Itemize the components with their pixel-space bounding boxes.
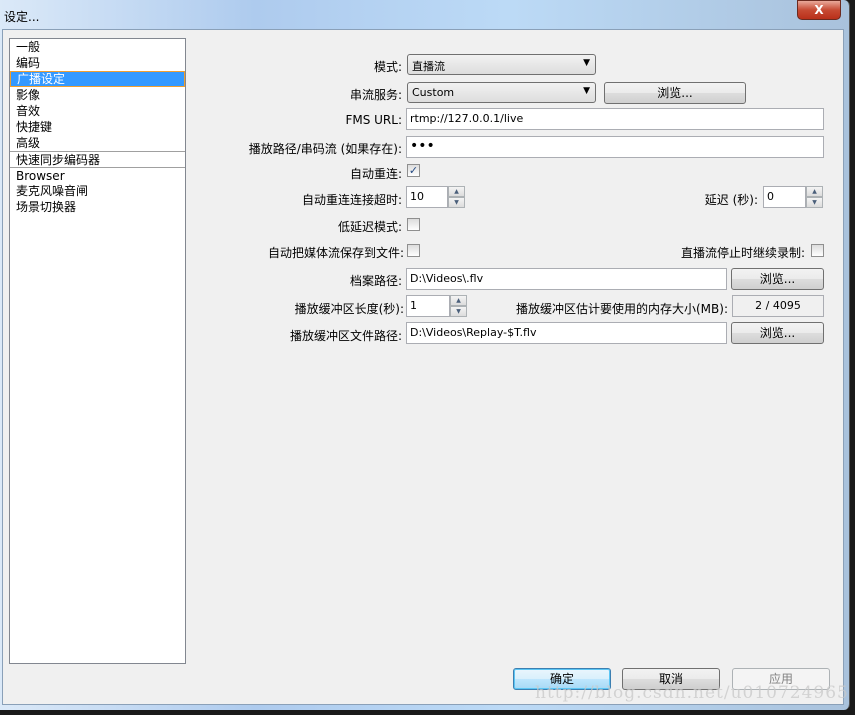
dropdown-arrow-icon: ▼: [583, 58, 590, 68]
browse-file-path-button[interactable]: 浏览...: [731, 268, 824, 290]
browse-replay-path-button[interactable]: 浏览...: [731, 322, 824, 344]
spin-up-icon[interactable]: ▲: [806, 186, 823, 197]
watermark: http://blog.csdn.net/u010724965: [535, 683, 849, 703]
replay-memory-label: 播放缓冲区估计要使用的内存大小(MB):: [516, 302, 728, 316]
sidebar-item-scene-switcher[interactable]: 场景切换器: [10, 199, 185, 215]
delay-spinner[interactable]: ▲ ▼: [806, 186, 823, 208]
sidebar-item-quicksync[interactable]: 快速同步编码器: [10, 151, 185, 167]
sidebar-item-broadcast[interactable]: 广播设定: [10, 71, 185, 87]
settings-window: 设定... X 一般 编码 广播设定 影像 音效 快捷键 高级 快速同步编码器 …: [0, 0, 850, 710]
service-value: Custom: [412, 86, 455, 99]
sidebar-item-advanced[interactable]: 高级: [10, 135, 185, 151]
save-to-file-checkbox[interactable]: [407, 244, 420, 257]
replay-path-input[interactable]: D:\Videos\Replay-$T.flv: [406, 322, 727, 344]
service-select[interactable]: Custom ▼: [407, 82, 596, 103]
sidebar-item-video[interactable]: 影像: [10, 87, 185, 103]
sidebar-item-general[interactable]: 一般: [10, 39, 185, 55]
replay-length-input[interactable]: 1: [406, 295, 450, 317]
replay-path-label: 播放缓冲区文件路径:: [289, 329, 402, 343]
sidebar-item-browser[interactable]: Browser: [10, 167, 185, 183]
spin-down-icon[interactable]: ▼: [450, 306, 467, 317]
low-latency-checkbox[interactable]: [407, 218, 420, 231]
file-path-input[interactable]: D:\Videos\.flv: [406, 268, 727, 290]
mode-select[interactable]: 直播流 ▼: [407, 54, 596, 75]
delay-label: 延迟 (秒):: [704, 193, 758, 207]
auto-reconnect-label: 自动重连:: [349, 167, 402, 181]
mode-value: 直播流: [412, 60, 445, 73]
spin-down-icon[interactable]: ▼: [806, 197, 823, 208]
reconnect-timeout-spinner[interactable]: ▲ ▼: [448, 186, 465, 208]
close-button[interactable]: X: [797, 0, 841, 20]
browse-service-button[interactable]: 浏览...: [604, 82, 746, 104]
mode-label: 模式:: [373, 60, 402, 74]
service-label: 串流服务:: [349, 88, 402, 102]
sidebar-item-audio[interactable]: 音效: [10, 103, 185, 119]
keep-recording-checkbox[interactable]: [811, 244, 824, 257]
replay-length-label: 播放缓冲区长度(秒):: [294, 302, 404, 316]
settings-category-list[interactable]: 一般 编码 广播设定 影像 音效 快捷键 高级 快速同步编码器 Browser …: [9, 38, 186, 664]
delay-input[interactable]: 0: [763, 186, 806, 208]
sidebar-item-hotkeys[interactable]: 快捷键: [10, 119, 185, 135]
sidebar-item-encoding[interactable]: 编码: [10, 55, 185, 71]
sidebar-item-noise-gate[interactable]: 麦克风噪音闸: [10, 183, 185, 199]
fms-url-label: FMS URL:: [345, 113, 402, 127]
file-path-label: 档案路径:: [349, 274, 402, 288]
stream-key-label: 播放路径/串码流 (如果存在):: [248, 142, 402, 156]
fms-url-input[interactable]: rtmp://127.0.0.1/live: [406, 108, 824, 130]
replay-memory-value: 2 / 4095: [732, 295, 824, 317]
dialog-body: 一般 编码 广播设定 影像 音效 快捷键 高级 快速同步编码器 Browser …: [2, 29, 844, 705]
auto-reconnect-checkbox[interactable]: ✓: [407, 164, 420, 177]
spin-up-icon[interactable]: ▲: [450, 295, 467, 306]
spin-up-icon[interactable]: ▲: [448, 186, 465, 197]
spin-down-icon[interactable]: ▼: [448, 197, 465, 208]
reconnect-timeout-label: 自动重连连接超时:: [301, 193, 402, 207]
dropdown-arrow-icon: ▼: [583, 86, 590, 96]
window-title: 设定...: [4, 10, 40, 24]
reconnect-timeout-input[interactable]: 10: [406, 186, 448, 208]
low-latency-label: 低延迟模式:: [337, 220, 402, 234]
save-to-file-label: 自动把媒体流保存到文件:: [267, 246, 404, 260]
stream-key-input[interactable]: •••: [406, 136, 824, 158]
replay-length-spinner[interactable]: ▲ ▼: [450, 295, 467, 317]
keep-recording-label: 直播流停止时继续录制:: [680, 246, 805, 260]
